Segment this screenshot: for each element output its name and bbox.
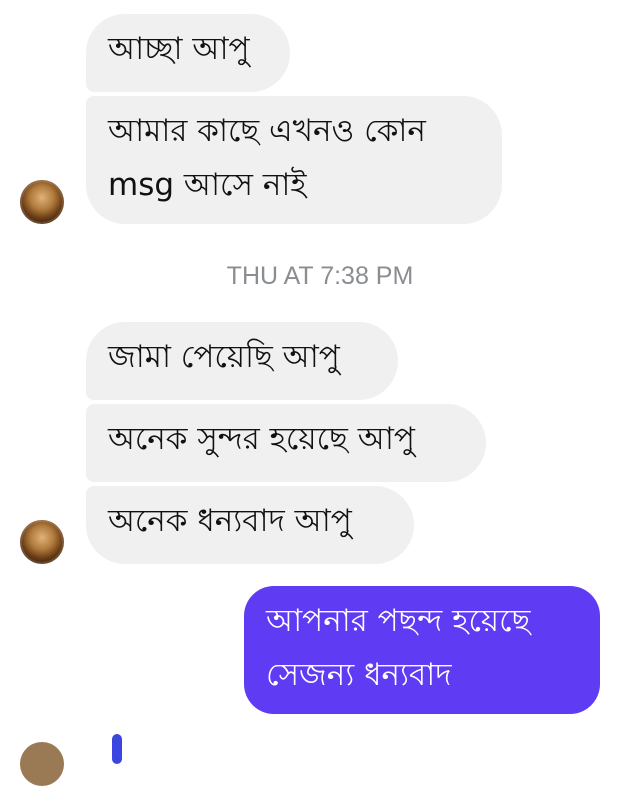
message-text-line: আপনার পছন্দ হয়েছে xyxy=(266,603,531,639)
incoming-message[interactable]: জামা পেয়েছি আপু xyxy=(86,322,398,400)
incoming-message[interactable]: অনেক সুন্দর হয়েছে আপু xyxy=(86,404,486,482)
message-text: অনেক সুন্দর হয়েছে আপু xyxy=(108,421,415,457)
sender-avatar[interactable] xyxy=(20,520,64,564)
message-text-line: msg আসে নাই xyxy=(108,167,307,203)
sender-avatar[interactable] xyxy=(20,180,64,224)
message-text: জামা পেয়েছি আপু xyxy=(108,339,340,375)
message-text: অনেক ধন্যবাদ আপু xyxy=(108,503,352,539)
partial-avatar xyxy=(20,742,64,786)
typing-indicator-icon xyxy=(112,734,122,764)
incoming-message[interactable]: অনেক ধন্যবাদ আপু xyxy=(86,486,414,564)
timestamp: THU AT 7:38 PM xyxy=(226,262,414,290)
message-text-line: সেজন্য ধন্যবাদ xyxy=(266,657,452,693)
message-text: আচ্ছা আপু xyxy=(108,31,250,67)
incoming-message[interactable]: আচ্ছা আপু xyxy=(86,14,290,92)
outgoing-message[interactable]: আপনার পছন্দ হয়েছে সেজন্য ধন্যবাদ xyxy=(244,586,600,714)
incoming-message[interactable]: আমার কাছে এখনও কোন msg আসে নাই xyxy=(86,96,502,224)
message-text-line: আমার কাছে এখনও কোন xyxy=(108,113,426,149)
